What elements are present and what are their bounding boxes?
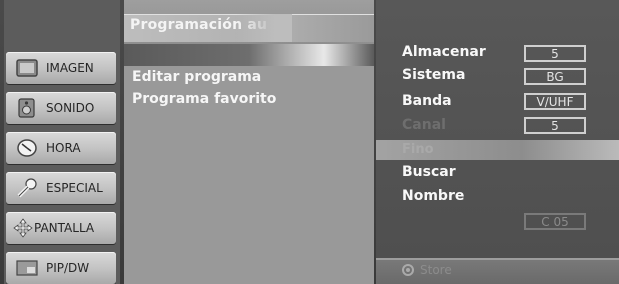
menu-item-imagen[interactable]: IMAGEN bbox=[6, 52, 116, 84]
menu-item-label: ESPECIAL bbox=[46, 181, 103, 195]
picture-icon bbox=[16, 58, 38, 78]
title-fade bbox=[236, 14, 292, 42]
tv-menu-screen: IMAGEN SONIDO HORA ESPECIAL PANTALLA PIP… bbox=[0, 0, 619, 284]
menu-item-especial[interactable]: ESPECIAL bbox=[6, 172, 116, 204]
submenu-separator bbox=[124, 44, 374, 66]
menu-item-pip-dw[interactable]: PIP/DW bbox=[6, 252, 116, 284]
buscar-label[interactable]: Buscar bbox=[402, 164, 456, 180]
menu-item-label: HORA bbox=[46, 141, 81, 155]
menu-item-label: PANTALLA bbox=[34, 221, 95, 235]
fino-label: Fino bbox=[402, 142, 434, 157]
banda-value[interactable]: V/UHF bbox=[524, 93, 586, 110]
submenu-item-editar-programa[interactable]: Editar programa bbox=[132, 69, 261, 85]
banda-label: Banda bbox=[402, 93, 452, 109]
clock-icon bbox=[16, 138, 38, 158]
store-button-icon bbox=[402, 264, 414, 276]
nombre-value[interactable]: C 05 bbox=[524, 213, 586, 230]
menu-item-label: IMAGEN bbox=[46, 61, 94, 75]
almacenar-label: Almacenar bbox=[402, 44, 486, 60]
menu-item-label: SONIDO bbox=[46, 101, 95, 115]
sistema-value[interactable]: BG bbox=[524, 68, 586, 85]
nombre-label[interactable]: Nombre bbox=[402, 188, 464, 204]
canal-label: Canal bbox=[402, 117, 446, 133]
menu-item-sonido[interactable]: SONIDO bbox=[6, 92, 116, 124]
menu-item-label: PIP/DW bbox=[46, 261, 90, 275]
menu-item-pantalla[interactable]: PANTALLA bbox=[6, 212, 116, 244]
speaker-icon bbox=[16, 98, 38, 118]
main-menu-sidebar: IMAGEN SONIDO HORA ESPECIAL PANTALLA PIP… bbox=[4, 0, 120, 284]
move-arrows-icon bbox=[12, 218, 34, 238]
submenu-item-programa-favorito[interactable]: Programa favorito bbox=[132, 91, 276, 107]
key-icon bbox=[16, 178, 38, 198]
menu-item-hora[interactable]: HORA bbox=[6, 132, 116, 164]
store-label[interactable]: Store bbox=[420, 263, 452, 277]
pip-icon bbox=[16, 258, 38, 278]
almacenar-value[interactable]: 5 bbox=[524, 45, 586, 62]
canal-value[interactable]: 5 bbox=[524, 117, 586, 134]
sistema-label: Sistema bbox=[402, 67, 466, 83]
